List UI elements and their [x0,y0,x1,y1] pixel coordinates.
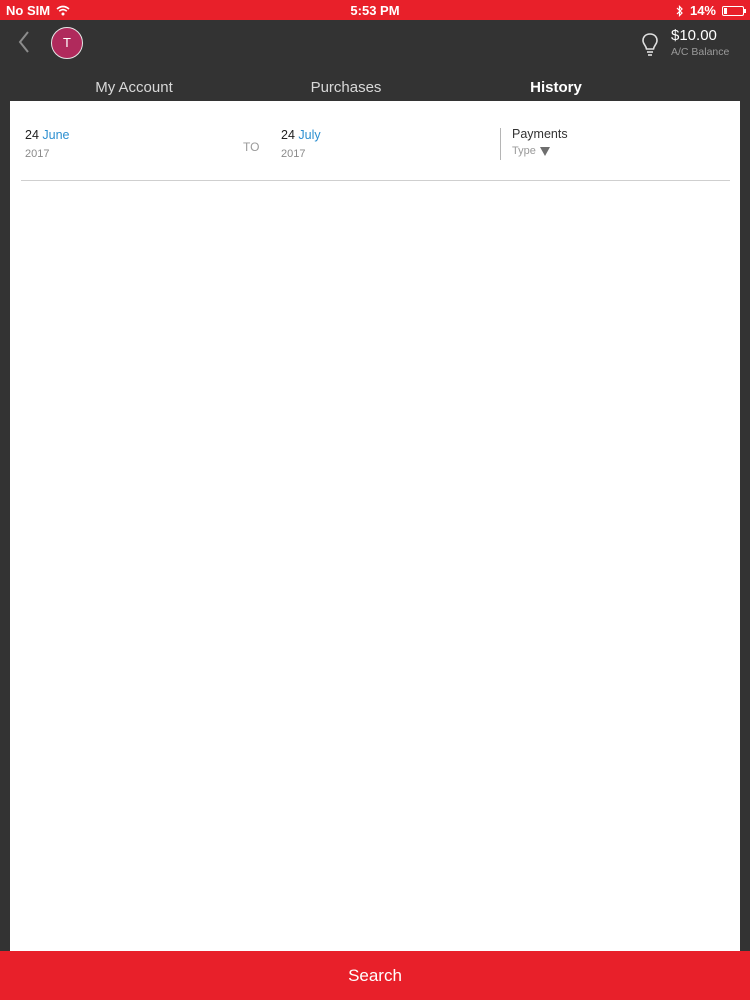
to-date-line: 24 July [281,128,321,142]
to-separator: TO [243,140,260,154]
payments-title: Payments [512,127,568,141]
type-dropdown[interactable]: Type [512,145,568,157]
battery-percent: 14% [689,3,716,18]
account-balance[interactable]: $10.00 A/C Balance [671,27,729,59]
tab-purchases[interactable]: Purchases [296,79,396,96]
filter-separator-line [21,180,730,181]
from-date-line: 24 June [25,128,70,142]
filter-divider [500,128,501,160]
from-date-picker[interactable]: 24 June 2017 [25,128,70,160]
history-panel: 24 June 2017 TO 24 July 2017 Payments Ty… [10,101,740,951]
app-header: T $10.00 A/C Balance My Account Purchase… [0,20,750,118]
lightbulb-icon[interactable] [640,32,660,58]
bluetooth-icon [676,4,683,17]
balance-amount: $10.00 [671,27,717,44]
dropdown-triangle-icon [539,146,550,156]
from-year: 2017 [25,148,50,160]
to-year: 2017 [281,148,306,160]
tab-my-account[interactable]: My Account [84,79,184,96]
payment-type-filter[interactable]: Payments Type [512,127,568,157]
from-month: June [42,128,70,142]
back-chevron-icon[interactable] [12,28,36,56]
balance-label: A/C Balance [671,46,730,58]
status-bar: No SIM 5:53 PM 14% [0,0,750,20]
clock: 5:53 PM [350,3,400,18]
battery-icon [722,5,746,16]
avatar[interactable]: T [51,27,83,59]
from-day: 24 [25,128,39,142]
tab-history[interactable]: History [506,79,606,96]
search-button[interactable]: Search [0,951,750,1000]
type-placeholder: Type [512,145,536,157]
status-right-group: 14% [676,3,746,18]
battery-fill [724,7,727,14]
to-month: July [298,128,321,142]
filter-row: 24 June 2017 TO 24 July 2017 Payments Ty… [10,101,740,181]
to-date-picker[interactable]: 24 July 2017 [281,128,321,160]
history-screen: No SIM 5:53 PM 14% T $10.00 A/C Balance … [0,0,750,1000]
to-day: 24 [281,128,295,142]
